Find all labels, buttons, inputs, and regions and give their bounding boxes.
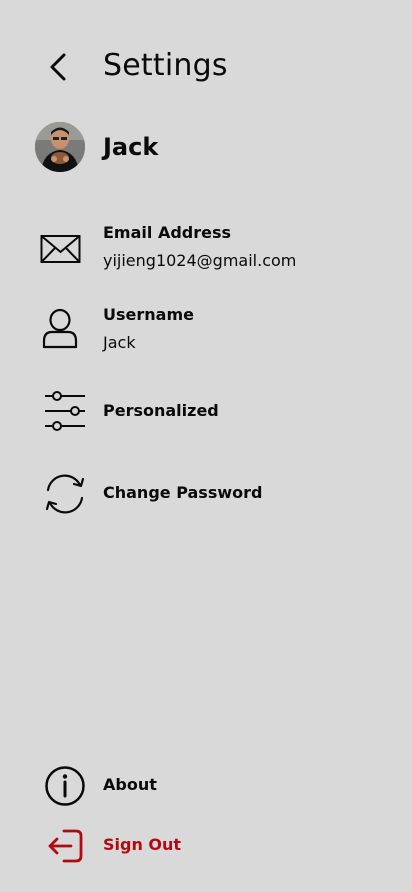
- profile-name: Jack: [103, 133, 159, 161]
- mail-icon: [40, 225, 88, 273]
- about-label: About: [103, 775, 157, 794]
- back-button[interactable]: [40, 50, 76, 84]
- page-title: Settings: [103, 48, 228, 83]
- refresh-icon: [40, 470, 88, 518]
- username-value: Jack: [103, 333, 136, 352]
- email-value: yijieng1024@gmail.com: [103, 251, 297, 270]
- avatar[interactable]: [35, 122, 85, 172]
- sliders-icon: [40, 388, 88, 436]
- header: Settings: [0, 40, 412, 94]
- about-row[interactable]: About: [0, 762, 412, 810]
- sign-out-label: Sign Out: [103, 835, 182, 854]
- personalized-label: Personalized: [103, 401, 219, 420]
- sign-out-row[interactable]: Sign Out: [0, 822, 412, 870]
- email-address-row[interactable]: Email Address yijieng1024@gmail.com: [0, 222, 412, 278]
- username-row[interactable]: Username Jack: [0, 304, 412, 360]
- info-icon: [40, 762, 88, 810]
- change-password-label: Change Password: [103, 483, 263, 502]
- user-avatar-photo: [35, 122, 85, 172]
- email-label: Email Address: [103, 223, 232, 242]
- user-icon: [40, 305, 88, 353]
- personalized-row[interactable]: Personalized: [0, 388, 412, 436]
- change-password-row[interactable]: Change Password: [0, 470, 412, 518]
- chevron-left-icon: [50, 53, 66, 81]
- profile-section: Jack: [35, 122, 375, 174]
- username-label: Username: [103, 305, 194, 324]
- logout-icon: [40, 822, 88, 870]
